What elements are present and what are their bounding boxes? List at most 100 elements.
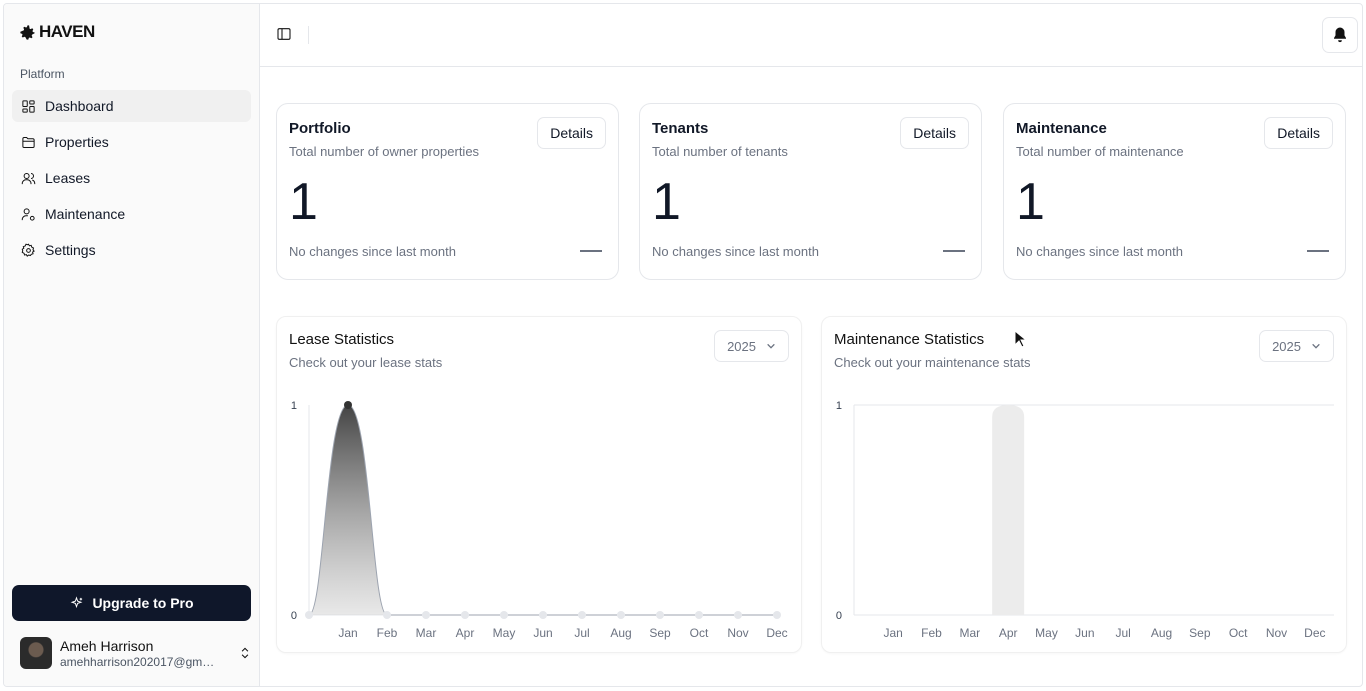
- trend-flat-icon: [943, 250, 965, 252]
- data-point: [461, 611, 469, 619]
- card-subtitle: Total number of tenants: [652, 144, 788, 159]
- sidebar-item-label: Properties: [45, 134, 109, 150]
- data-point: [773, 611, 781, 619]
- avatar: [20, 637, 52, 669]
- sidebar-item-maintenance[interactable]: Maintenance: [12, 198, 251, 230]
- chevron-down-icon: [1312, 343, 1320, 349]
- mouse-cursor-icon: [1014, 330, 1026, 348]
- year-value: 2025: [1272, 338, 1301, 354]
- x-tick-label: May: [493, 626, 516, 640]
- trend-flat-icon: [1307, 250, 1329, 252]
- divider: [308, 26, 309, 44]
- panel-left-icon: [277, 28, 291, 40]
- sidebar: HAVEN Platform Dashboard Properties Leas…: [4, 4, 260, 686]
- card-subtitle: Total number of owner properties: [289, 144, 480, 159]
- y-tick-label: 0: [836, 610, 842, 622]
- sidebar-item-leases[interactable]: Leases: [12, 162, 251, 194]
- x-tick-label: Nov: [1266, 626, 1287, 640]
- year-value: 2025: [727, 338, 756, 354]
- x-tick-label: Oct: [1229, 626, 1248, 640]
- x-tick-label: Mar: [416, 626, 437, 640]
- x-tick-label: Feb: [921, 626, 942, 640]
- sidebar-nav: Dashboard Properties Leases Maintenance …: [12, 90, 251, 270]
- x-tick-label: Apr: [456, 626, 475, 640]
- card-title: Tenants: [652, 120, 709, 137]
- user-email: amehharrison202017@gmail.c...: [60, 655, 220, 669]
- data-point: [539, 611, 547, 619]
- area-fill: [309, 405, 777, 615]
- sidebar-item-dashboard[interactable]: Dashboard: [12, 90, 251, 122]
- user-info: Ameh Harrison amehharrison202017@gmail.c…: [60, 637, 230, 669]
- y-tick-label: 1: [836, 400, 842, 412]
- user-name: Ameh Harrison: [60, 638, 154, 654]
- main-content: Portfolio Total number of owner properti…: [260, 4, 1362, 686]
- sidebar-item-label: Maintenance: [45, 206, 126, 222]
- x-tick-label: Jul: [574, 626, 589, 640]
- user-menu[interactable]: Ameh Harrison amehharrison202017@gmail.c…: [20, 635, 252, 671]
- data-point: [695, 611, 703, 619]
- portfolio-card: Portfolio Total number of owner properti…: [276, 103, 619, 280]
- chevron-down-icon: [767, 343, 775, 349]
- sidebar-item-settings[interactable]: Settings: [12, 234, 251, 266]
- gear-icon: [21, 243, 35, 257]
- maintenance-statistics-card: Maintenance Statistics Check out your ma…: [821, 316, 1347, 653]
- x-tick-label: Sep: [649, 626, 671, 640]
- card-value: 1: [652, 173, 681, 231]
- y-tick-label: 0: [291, 610, 297, 622]
- x-tick-label: Mar: [959, 626, 980, 640]
- dashboard-icon: [22, 99, 35, 113]
- x-tick-label: Aug: [610, 626, 631, 640]
- card-title: Portfolio: [289, 120, 351, 137]
- details-button[interactable]: Details: [900, 117, 969, 149]
- user-cog-icon: [21, 207, 35, 221]
- sidebar-item-label: Settings: [45, 242, 96, 258]
- x-tick-label: Apr: [999, 626, 1018, 640]
- upgrade-button[interactable]: Upgrade to Pro: [12, 585, 251, 621]
- x-tick-label: Jun: [1075, 626, 1094, 640]
- card-footer: No changes since last month: [1016, 244, 1183, 259]
- series-line: [308, 404, 777, 616]
- x-tick-label: Feb: [377, 626, 398, 640]
- gear-logo-icon: [20, 24, 35, 40]
- card-value: 1: [1016, 173, 1045, 231]
- year-select[interactable]: 2025: [714, 330, 789, 362]
- x-tick-label: Dec: [766, 626, 787, 640]
- data-point: [383, 611, 391, 619]
- brand-logo[interactable]: HAVEN: [18, 22, 95, 42]
- y-tick-label: 1: [291, 400, 297, 412]
- x-tick-label: Jan: [883, 626, 902, 640]
- data-point: [344, 401, 352, 409]
- bell-icon: [1334, 27, 1346, 43]
- card-value: 1: [289, 173, 318, 231]
- data-point: [500, 611, 508, 619]
- brand-name: HAVEN: [39, 22, 95, 41]
- chart-subtitle: Check out your lease stats: [289, 355, 443, 370]
- data-point: [734, 611, 742, 619]
- data-point: [656, 611, 664, 619]
- x-tick-label: May: [1035, 626, 1058, 640]
- data-point: [422, 611, 430, 619]
- top-bar: [260, 4, 1362, 67]
- tenants-card: Tenants Total number of tenants Details …: [639, 103, 982, 280]
- notifications-button[interactable]: [1322, 17, 1358, 53]
- section-label: Platform: [20, 67, 65, 81]
- details-button[interactable]: Details: [1264, 117, 1333, 149]
- data-point: [305, 611, 313, 619]
- sidebar-item-properties[interactable]: Properties: [12, 126, 251, 158]
- details-button[interactable]: Details: [537, 117, 606, 149]
- x-tick-label: Jan: [338, 626, 357, 640]
- card-footer: No changes since last month: [652, 244, 819, 259]
- sidebar-toggle-button[interactable]: [276, 26, 296, 46]
- maintenance-card: Maintenance Total number of maintenance …: [1003, 103, 1346, 280]
- sparkles-icon: [71, 595, 83, 608]
- upgrade-label: Upgrade to Pro: [92, 595, 194, 611]
- card-title: Maintenance: [1016, 120, 1107, 137]
- x-tick-label: Jul: [1115, 626, 1130, 640]
- sidebar-item-label: Dashboard: [45, 98, 114, 114]
- bar: [992, 405, 1025, 615]
- x-tick-label: Nov: [727, 626, 748, 640]
- year-select[interactable]: 2025: [1259, 330, 1334, 362]
- card-subtitle: Total number of maintenance: [1016, 144, 1184, 159]
- chart-title: Lease Statistics: [289, 331, 395, 348]
- data-point: [578, 611, 586, 619]
